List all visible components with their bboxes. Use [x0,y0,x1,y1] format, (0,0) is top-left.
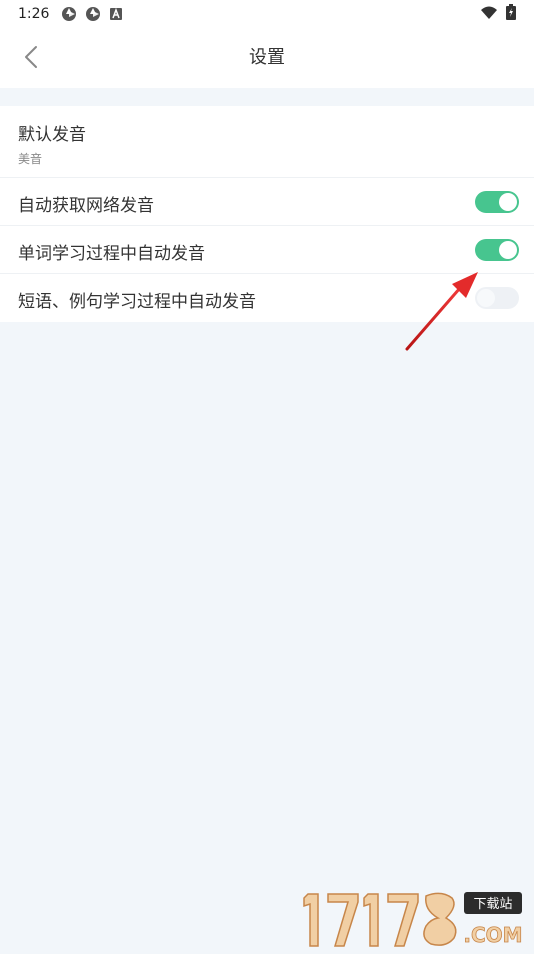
phrase-auto-pronounce-toggle[interactable] [475,287,519,309]
page-title: 设置 [249,47,285,68]
toggle-knob [499,241,517,259]
toggle-knob [499,193,517,211]
battery-charging-icon [506,4,516,24]
word-auto-pronounce-item: 单词学习过程中自动发音 [0,226,534,274]
word-auto-pronounce-toggle[interactable] [475,239,519,261]
auto-fetch-network-audio-toggle[interactable] [475,191,519,213]
status-bar: 1:26 [0,0,534,28]
settings-list: 默认发音 美音 自动获取网络发音 单词学习过程中自动发音 短语、例句学习过程中自… [0,106,534,322]
aperture-icon [61,6,77,22]
default-pronunciation-value: 美音 [18,152,43,166]
default-pronunciation-label: 默认发音 [18,125,86,145]
a-box-icon [109,6,125,22]
aperture-icon [85,6,101,22]
status-time: 1:26 [18,6,50,22]
watermark-logo: 下载站 .COM [300,888,526,950]
default-pronunciation-item[interactable]: 默认发音 美音 [0,106,534,178]
phrase-auto-pronounce-item: 短语、例句学习过程中自动发音 [0,274,534,322]
watermark-tag: 下载站 [473,897,512,912]
watermark-domain: .COM [463,923,522,947]
nav-bar: 设置 [0,28,534,88]
toggle-knob [477,289,495,307]
wifi-icon [480,5,498,24]
status-right [480,4,516,24]
setting-label: 短语、例句学习过程中自动发音 [18,292,256,312]
auto-fetch-network-audio-item: 自动获取网络发音 [0,178,534,226]
setting-label: 单词学习过程中自动发音 [18,244,205,264]
setting-label: 自动获取网络发音 [18,196,154,216]
